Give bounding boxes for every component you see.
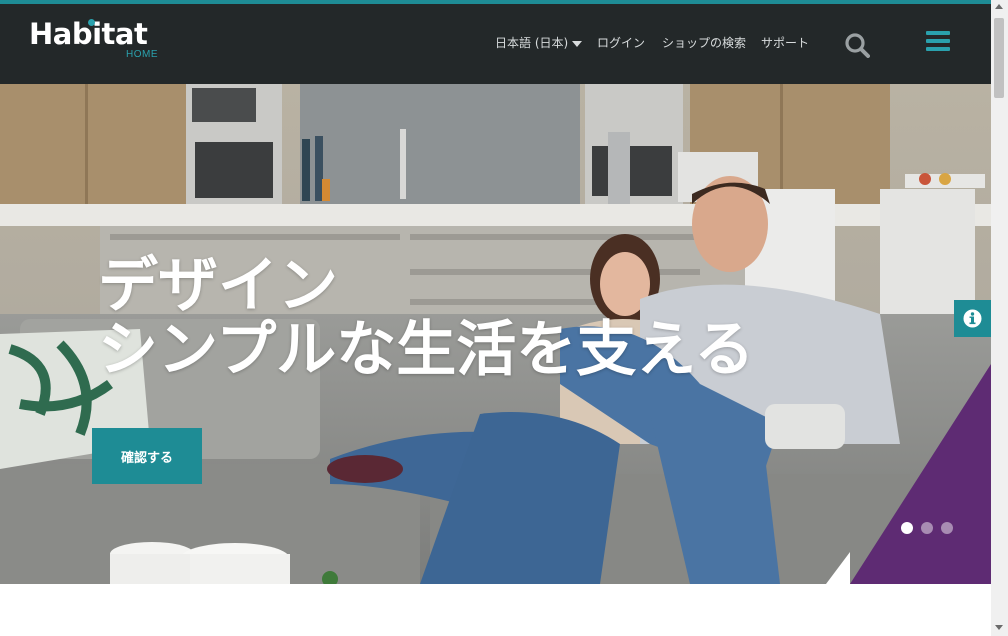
confirm-button[interactable]: 確認する [92,428,202,484]
shop-search-link[interactable]: ショップの検索 [662,34,746,51]
language-label: 日本語 (日本) [495,36,569,50]
hero-slider: デザイン シンプルな生活を支える 確認する [0,84,991,584]
login-link[interactable]: ログイン [597,34,645,51]
info-icon [963,309,982,328]
hamburger-menu-icon[interactable] [926,30,950,52]
slider-dot-3[interactable] [941,522,953,534]
site-header: Habitat HOME 日本語 (日本) ログイン ショップの検索 サポート [0,4,991,84]
slider-dot-2[interactable] [921,522,933,534]
habitat-logo[interactable]: Habitat HOME [29,16,169,66]
hero-headline-line2: シンプルな生活を支える [98,315,755,385]
scrollbar-thumb[interactable] [994,18,1004,98]
caret-down-icon [572,40,583,47]
hero-headline-line1: デザイン [98,251,338,321]
search-icon[interactable] [844,32,870,58]
info-button[interactable] [954,300,991,337]
page-scrollbar[interactable] [991,0,1008,636]
language-selector[interactable]: 日本語 (日本) [495,34,583,51]
slider-dot-1[interactable] [901,522,913,534]
hero-headline: デザイン シンプルな生活を支える [98,254,754,382]
logo-dot [88,19,95,26]
support-link[interactable]: サポート [761,34,809,51]
scroll-down-arrow-icon[interactable] [995,625,1003,630]
logo-subtitle: HOME [126,49,158,60]
scroll-up-arrow-icon[interactable] [995,4,1003,9]
